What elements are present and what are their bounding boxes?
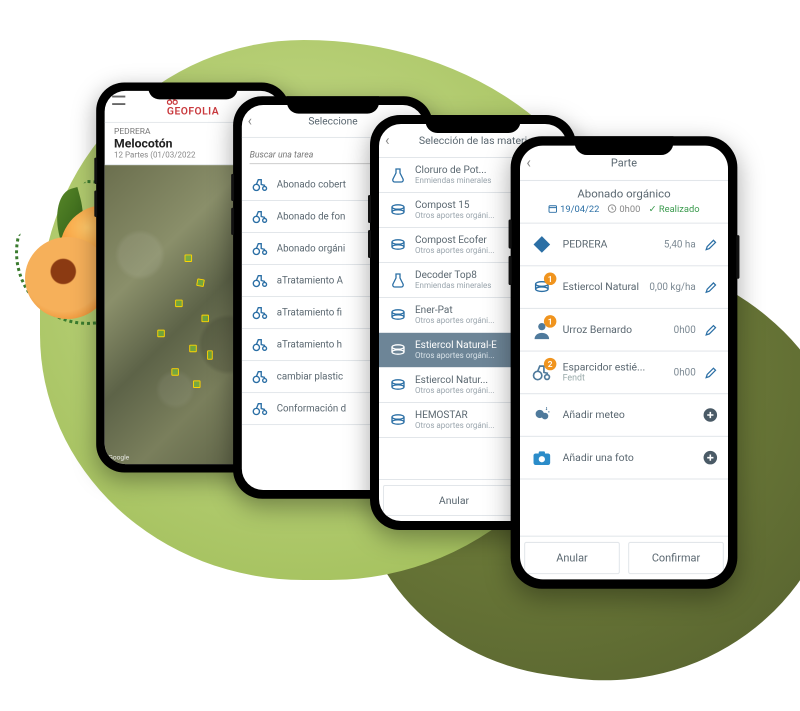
edit-icon[interactable] <box>705 238 717 250</box>
row-icon: 1 <box>530 318 553 341</box>
product-icon <box>389 201 407 219</box>
plus-icon <box>703 408 718 423</box>
screen-title: Selección de las materi <box>419 134 527 147</box>
edit-icon[interactable] <box>705 366 717 378</box>
product-icon <box>389 376 407 394</box>
detail-row[interactable]: 1Estiercol Natural0,00 kg/ha <box>520 266 728 309</box>
camera-icon <box>530 446 553 469</box>
map-credit: Google <box>108 454 129 462</box>
task-status: ✓ Realizado <box>649 204 700 214</box>
footer-actions: Anular Confirmar <box>520 536 728 580</box>
edit-icon[interactable] <box>705 281 717 293</box>
tractor-icon <box>252 272 269 289</box>
tractor-icon <box>252 176 269 193</box>
tractor-icon <box>252 304 269 321</box>
product-icon <box>389 236 407 254</box>
product-icon <box>389 271 407 289</box>
edit-icon[interactable] <box>705 324 717 336</box>
back-icon[interactable]: ‹ <box>248 112 252 129</box>
detail-row[interactable]: 2Esparcidor estié...Fendt0h00 <box>520 352 728 395</box>
tractor-icon <box>252 400 269 417</box>
detail-row[interactable]: 1Urroz Bernardo0h00 <box>520 309 728 352</box>
phone-mockup-4: ‹ Parte Abonado orgánico 19/04/22 0h00 ✓… <box>511 136 738 588</box>
row-icon: 1 <box>530 276 553 299</box>
add-photo-row[interactable]: Añadir una foto <box>520 437 728 480</box>
task-meta: 19/04/22 0h00 ✓ Realizado <box>520 201 728 224</box>
plus-icon <box>703 450 718 465</box>
row-icon <box>530 233 553 256</box>
back-icon[interactable]: ‹ <box>526 153 531 172</box>
confirm-button[interactable]: Confirmar <box>628 542 724 574</box>
tractor-icon <box>252 208 269 225</box>
weather-icon <box>530 404 553 427</box>
cancel-button[interactable]: Anular <box>383 485 525 516</box>
task-duration[interactable]: 0h00 <box>608 204 641 215</box>
task-name: Abonado orgánico <box>520 181 728 201</box>
add-weather-row[interactable]: Añadir meteo <box>520 394 728 437</box>
screen-title: Seleccione <box>308 115 357 128</box>
product-icon <box>389 411 407 429</box>
tractor-icon <box>252 336 269 353</box>
detail-list: PEDRERA5,40 ha1Estiercol Natural0,00 kg/… <box>520 224 728 395</box>
detail-row[interactable]: PEDRERA5,40 ha <box>520 224 728 267</box>
product-icon <box>389 341 407 359</box>
back-icon[interactable]: ‹ <box>385 131 390 149</box>
product-icon <box>389 306 407 324</box>
row-icon: 2 <box>530 361 553 384</box>
product-icon <box>389 166 407 184</box>
cancel-button[interactable]: Anular <box>524 542 620 574</box>
tractor-icon <box>252 240 269 257</box>
task-date[interactable]: 19/04/22 <box>548 204 599 215</box>
tractor-icon <box>252 368 269 385</box>
screen-title: Parte <box>611 156 637 170</box>
